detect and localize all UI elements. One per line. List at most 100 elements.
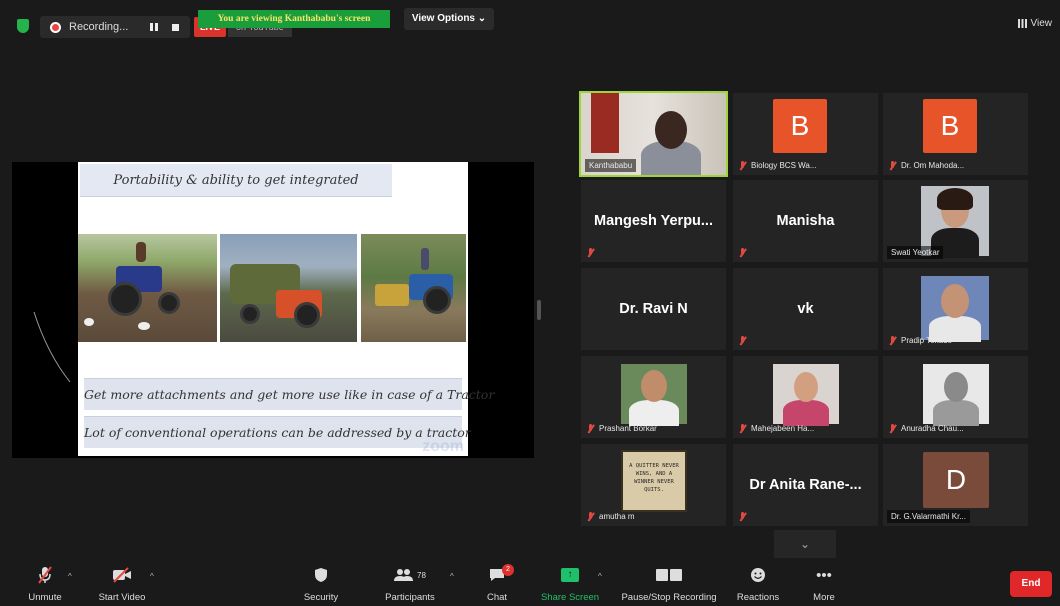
muted-mic-icon xyxy=(586,248,595,258)
participant-tile[interactable]: Manisha xyxy=(733,180,878,262)
view-options-button[interactable]: View Options ⌄ xyxy=(404,8,494,30)
muted-mic-icon xyxy=(738,248,747,258)
slide-text-line: Lot of conventional operations can be ad… xyxy=(84,416,471,448)
participants-caret-icon[interactable]: ^ xyxy=(450,572,454,581)
reactions-button[interactable]: Reactions xyxy=(734,562,782,606)
participants-count: 78 xyxy=(417,570,426,580)
recording-label: Pause/Stop Recording xyxy=(621,592,717,603)
emoji-icon xyxy=(734,562,782,588)
end-meeting-button[interactable]: End xyxy=(1010,571,1052,597)
participant-name: Dr. Om Mahoda... xyxy=(901,161,965,170)
participant-tile[interactable]: Dr Anita Rane-... xyxy=(733,444,878,526)
encryption-shield-icon[interactable] xyxy=(17,19,29,33)
person-head xyxy=(941,284,969,318)
participant-name: amutha m xyxy=(599,512,635,521)
participant-name: Dr. G.Valarmathi Kr... xyxy=(887,510,970,523)
recording-controls-icon xyxy=(616,562,722,588)
top-bar: Recording... LIVE on YouTube You are vie… xyxy=(0,0,1060,40)
presentation-slide: Portability & ability to get integrated xyxy=(78,162,494,456)
share-screen-button[interactable]: ↑ Share Screen xyxy=(538,562,602,606)
farmer-figure xyxy=(421,248,429,270)
avatar: B xyxy=(773,99,827,153)
participant-name-display: Dr. Ravi N xyxy=(619,301,688,317)
security-label: Security xyxy=(303,592,339,603)
participant-name: Prashant Borkar xyxy=(599,424,657,433)
viewing-screen-banner: You are viewing Kanthababu's screen xyxy=(198,10,390,28)
quote-text: A QUITTER NEVER WINS, AND A WINNER NEVER… xyxy=(629,463,679,493)
unmute-label: Unmute xyxy=(28,592,62,603)
recording-label: Recording... xyxy=(69,21,129,33)
chat-unread-badge: 2 xyxy=(502,564,514,576)
participant-photo xyxy=(773,364,839,426)
participants-button[interactable]: 78 Participants xyxy=(378,562,442,606)
tractor-wheel xyxy=(423,286,451,314)
participant-tile[interactable]: Kanthababu xyxy=(579,91,728,177)
audio-options-caret-icon[interactable]: ^ xyxy=(68,572,72,581)
recording-indicator: Recording... xyxy=(40,16,190,38)
person-head xyxy=(944,372,968,402)
recording-dot-icon xyxy=(50,21,61,33)
planter-implement xyxy=(375,284,409,306)
gallery-next-page-button[interactable]: ⌄ xyxy=(774,530,836,558)
security-button[interactable]: Security xyxy=(298,562,344,606)
muted-mic-icon xyxy=(738,336,747,346)
share-options-caret-icon[interactable]: ^ xyxy=(598,572,602,581)
participant-tile[interactable]: B Biology BCS Wa... xyxy=(733,93,878,175)
participant-tile[interactable]: Swati Yeotkar xyxy=(883,180,1028,262)
start-video-button[interactable]: Start Video xyxy=(92,562,152,606)
tractor-wheel xyxy=(158,292,180,314)
video-options-caret-icon[interactable]: ^ xyxy=(150,572,154,581)
avatar: D xyxy=(923,452,989,508)
participant-photo xyxy=(923,364,989,426)
grid-icon xyxy=(1017,19,1027,28)
bird xyxy=(84,318,94,326)
participants-label: Participants xyxy=(385,592,435,603)
meeting-toolbar: Unmute ^ Start Video ^ Security 78 Parti… xyxy=(0,562,1060,606)
video-off-icon xyxy=(92,562,152,588)
participant-name: Biology BCS Wa... xyxy=(751,161,817,170)
share-screen-icon: ↑ xyxy=(538,562,602,588)
bird xyxy=(138,322,150,330)
unmute-button[interactable]: Unmute xyxy=(20,562,70,606)
participant-name-display: vk xyxy=(797,301,814,317)
pause-recording-icon[interactable] xyxy=(150,23,159,31)
participant-tile[interactable]: A QUITTER NEVER WINS, AND A WINNER NEVER… xyxy=(581,444,726,526)
more-label: More xyxy=(813,592,835,603)
shared-screen[interactable]: Portability & ability to get integrated xyxy=(12,162,534,458)
person-hair xyxy=(937,188,973,210)
participant-tile[interactable]: Mahejabeen Ha... xyxy=(733,356,878,438)
participant-tile[interactable]: Anuradha Chau... xyxy=(883,356,1028,438)
farmer-figure xyxy=(136,242,146,262)
slide-title: Portability & ability to get integrated xyxy=(80,164,392,197)
person-head xyxy=(655,111,687,149)
chat-icon: 2 xyxy=(480,562,514,588)
zoom-watermark: zoom xyxy=(422,438,464,455)
avatar: B xyxy=(923,99,977,153)
participant-tile[interactable]: Prashant Borkar xyxy=(581,356,726,438)
participant-tile[interactable]: D Dr. G.Valarmathi Kr... xyxy=(883,444,1028,526)
participant-name-display: Dr Anita Rane-... xyxy=(749,477,862,493)
participant-tile[interactable]: vk xyxy=(733,268,878,350)
participant-tile[interactable]: Mangesh Yerpu... xyxy=(581,180,726,262)
participant-tile[interactable]: Pradip Tekade xyxy=(883,268,1028,350)
more-button[interactable]: ••• More xyxy=(806,562,842,606)
participant-name: Mahejabeen Ha... xyxy=(751,424,815,433)
participant-name: Swati Yeotkar xyxy=(887,246,944,259)
chevron-down-icon: ⌄ xyxy=(799,537,811,551)
participant-tile[interactable]: Dr. Ravi N xyxy=(581,268,726,350)
participants-icon: 78 xyxy=(378,562,442,588)
tractor-photo-trailer xyxy=(220,234,357,342)
reactions-label: Reactions xyxy=(736,592,780,603)
split-resize-handle[interactable] xyxy=(537,300,541,320)
share-screen-label: Share Screen xyxy=(540,592,600,603)
participant-photo xyxy=(621,364,687,426)
gallery-view-button[interactable]: View xyxy=(1017,18,1052,29)
chat-button[interactable]: 2 Chat xyxy=(480,562,514,606)
pause-stop-recording-button[interactable]: Pause/Stop Recording xyxy=(616,562,722,606)
participant-tile[interactable]: B Dr. Om Mahoda... xyxy=(883,93,1028,175)
stop-recording-icon[interactable] xyxy=(172,23,180,31)
mic-muted-icon xyxy=(20,562,70,588)
muted-mic-icon xyxy=(738,512,747,522)
tractor-wheel xyxy=(108,282,142,316)
shield-icon xyxy=(298,562,344,588)
